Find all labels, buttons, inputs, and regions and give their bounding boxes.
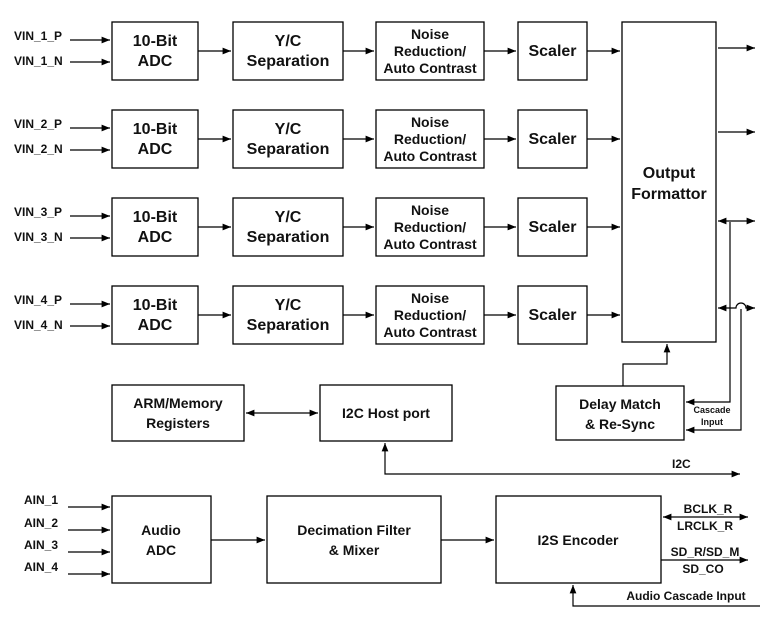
yc-label: Separation (247, 317, 330, 334)
yc-block (232, 21, 344, 81)
yc-label: Y/C (275, 121, 302, 138)
adc-label: ADC (138, 317, 173, 334)
vin-p-label: VIN_4_P (14, 293, 62, 307)
dvo-output-arrow (718, 302, 755, 312)
audio-adc-label: ADC (146, 542, 176, 558)
decimation-block (266, 495, 442, 584)
sd-label: SD_R/SD_M (671, 545, 740, 559)
vin-n-label: VIN_3_N (14, 230, 63, 244)
sdco-label: SD_CO (682, 562, 723, 576)
yc-block (232, 109, 344, 169)
ain-label: AIN_4 (24, 560, 58, 574)
cascade-label: Cascade (693, 405, 730, 415)
noise-label: Reduction/ (394, 307, 466, 323)
delay-to-formatter-arrow (622, 344, 671, 386)
arm-memory-block (111, 384, 245, 442)
yc-block (232, 197, 344, 257)
lrclk-label: LRCLK_R (677, 519, 733, 533)
noise-label: Auto Contrast (383, 60, 477, 76)
adc-label: 10-Bit (133, 33, 178, 50)
bclk-label: BCLK_R (684, 502, 733, 516)
i2c-label: I2C (672, 457, 691, 471)
yc-label: Separation (247, 141, 330, 158)
scaler-label: Scaler (528, 131, 576, 148)
i2c-host-label: I2C Host port (342, 405, 430, 421)
noise-label: Reduction/ (394, 219, 466, 235)
yc-label: Y/C (275, 33, 302, 50)
cascade-label: Input (701, 417, 723, 427)
ain-label: AIN_1 (24, 493, 58, 507)
yc-label: Separation (247, 229, 330, 246)
yc-label: Y/C (275, 297, 302, 314)
block-diagram: VIN_1_P VIN_1_N 10-Bit ADC Y/C Separation Nois… (14, 21, 760, 607)
output-formatter-block (621, 21, 717, 343)
i2s-label: I2S Encoder (538, 532, 619, 548)
noise-label: Auto Contrast (383, 324, 477, 340)
output-formatter-label: Output (643, 165, 696, 182)
arm-label: Registers (146, 415, 210, 431)
noise-label: Auto Contrast (383, 148, 477, 164)
noise-label: Noise (411, 26, 449, 42)
vin-n-label: VIN_4_N (14, 318, 63, 332)
vin-n-label: VIN_1_N (14, 54, 63, 68)
yc-label: Separation (247, 53, 330, 70)
noise-label: Noise (411, 290, 449, 306)
adc-block (111, 21, 199, 81)
scaler-label: Scaler (528, 43, 576, 60)
delay-match-label: & Re-Sync (585, 416, 655, 432)
adc-block (111, 285, 199, 345)
vin-p-label: VIN_2_P (14, 117, 62, 131)
audio-cascade-label: Audio Cascade Input (626, 589, 745, 603)
adc-label: ADC (138, 141, 173, 158)
noise-label: Reduction/ (394, 43, 466, 59)
vin-p-label: VIN_1_P (14, 29, 62, 43)
scaler-label: Scaler (528, 307, 576, 324)
vin-p-label: VIN_3_P (14, 205, 62, 219)
adc-label: ADC (138, 229, 173, 246)
adc-block (111, 109, 199, 169)
adc-label: 10-Bit (133, 297, 178, 314)
adc-label: 10-Bit (133, 209, 178, 226)
ain-label: AIN_2 (24, 516, 58, 530)
delay-match-label: Delay Match (579, 396, 661, 412)
audio-adc-block (111, 495, 212, 584)
noise-label: Noise (411, 202, 449, 218)
arm-label: ARM/Memory (133, 395, 223, 411)
output-formatter-label: Formattor (631, 186, 707, 203)
decimation-label: & Mixer (329, 542, 380, 558)
adc-label: ADC (138, 53, 173, 70)
yc-label: Y/C (275, 209, 302, 226)
noise-label: Noise (411, 114, 449, 130)
noise-label: Auto Contrast (383, 236, 477, 252)
scaler-label: Scaler (528, 219, 576, 236)
ain-label: AIN_3 (24, 538, 58, 552)
decimation-label: Decimation Filter (297, 522, 411, 538)
adc-block (111, 197, 199, 257)
audio-adc-label: Audio (141, 522, 181, 538)
vin-n-label: VIN_2_N (14, 142, 63, 156)
yc-block (232, 285, 344, 345)
adc-label: 10-Bit (133, 121, 178, 138)
noise-label: Reduction/ (394, 131, 466, 147)
